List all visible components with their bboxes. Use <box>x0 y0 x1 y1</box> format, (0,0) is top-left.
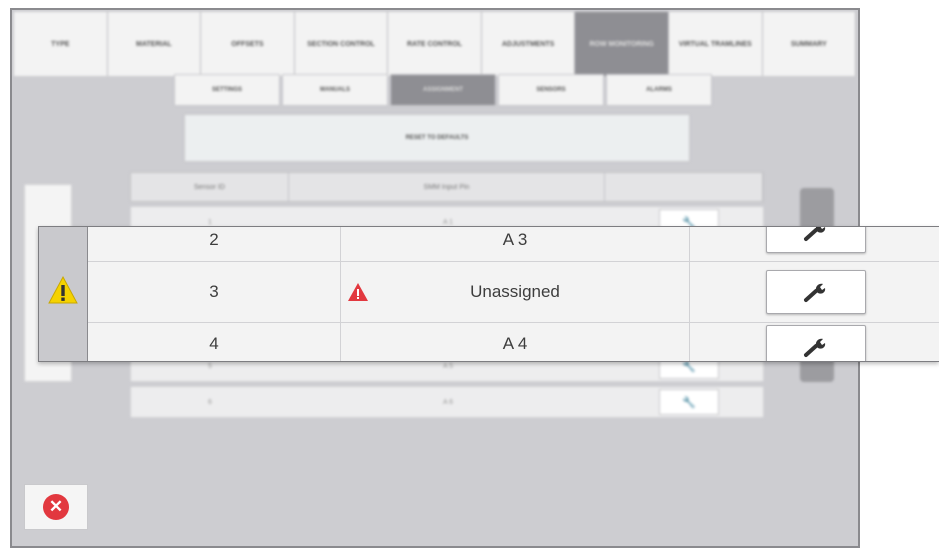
table-row-selected[interactable]: 3 Unassigned <box>88 261 939 323</box>
reset-to-defaults-button[interactable]: RESET TO DEFAULTS <box>184 114 690 162</box>
yellow-warning-icon <box>48 275 78 304</box>
tab-summary[interactable]: SUMMARY <box>762 12 857 76</box>
subtab-manuals[interactable]: MANUALS <box>282 74 388 106</box>
subtab-settings[interactable]: SETTINGS <box>174 74 280 106</box>
sub-tab-bar: SETTINGS MANUALS ASSIGNMENT SENSORS ALAR… <box>174 74 714 106</box>
header-actions <box>605 173 763 201</box>
wrench-icon <box>804 283 826 302</box>
input-pin-value: A 3 <box>502 230 528 249</box>
action-cell <box>690 227 939 261</box>
table-row: 2 A 3 <box>88 227 939 261</box>
action-cell <box>690 321 939 361</box>
input-pin-value: Unassigned <box>470 282 560 301</box>
input-pin-cell: A 6 <box>442 398 454 406</box>
edit-pin-button[interactable] <box>766 270 866 314</box>
tab-offsets[interactable]: OFFSETS <box>201 12 295 76</box>
sensor-id-cell: 4 <box>88 321 341 361</box>
sensor-id-cell: 3 <box>88 262 341 322</box>
table-row: 4 A 4 <box>88 321 939 361</box>
sensor-id-cell: 5 <box>208 362 212 370</box>
row-warning-column <box>39 227 88 361</box>
subtab-sensors[interactable]: SENSORS <box>498 74 604 106</box>
edit-button[interactable]: 🔧 <box>659 389 719 415</box>
tab-virtual-tramlines[interactable]: VIRTUAL TRAMLINES <box>668 12 763 76</box>
subtab-alarms[interactable]: ALARMS <box>606 74 712 106</box>
header-smm-input-pin: SMM Input Pin <box>289 173 606 201</box>
header-sensor-id: Sensor ID <box>131 173 289 201</box>
red-alert-icon <box>348 283 368 301</box>
tab-type[interactable]: TYPE <box>14 12 108 76</box>
sensor-id-cell: 2 <box>88 227 341 261</box>
input-pin-cell: Unassigned <box>341 262 690 322</box>
tab-material[interactable]: MATERIAL <box>107 12 202 76</box>
close-icon: ✕ <box>43 494 69 520</box>
tab-rate-control[interactable]: RATE CONTROL <box>388 12 482 76</box>
action-cell <box>690 262 939 322</box>
edit-pin-button[interactable] <box>766 325 866 361</box>
table-header: Sensor ID SMM Input Pin <box>130 172 764 202</box>
input-pin-cell: A 3 <box>341 227 690 261</box>
input-pin-cell: A 1 <box>442 218 454 226</box>
input-pin-cell: A 5 <box>442 362 454 370</box>
edit-pin-button[interactable] <box>766 227 866 253</box>
subtab-assignment[interactable]: ASSIGNMENT <box>390 74 496 106</box>
main-tab-bar: TYPE MATERIAL OFFSETS SECTION CONTROL RA… <box>14 12 857 76</box>
wrench-icon <box>804 338 826 357</box>
wrench-icon: 🔧 <box>682 396 696 409</box>
wrench-icon <box>804 227 826 241</box>
tab-row-monitoring[interactable]: ROW MONITORING <box>575 12 669 76</box>
close-button[interactable]: ✕ <box>24 484 88 530</box>
zoomed-rows-callout: 2 A 3 3 Unassigned 4 A 4 <box>38 226 939 362</box>
tab-section-control[interactable]: SECTION CONTROL <box>294 12 389 76</box>
sensor-id-cell: 1 <box>208 218 212 226</box>
zoomed-rows: 2 A 3 3 Unassigned 4 A 4 <box>88 227 939 361</box>
input-pin-value: A 4 <box>502 334 528 353</box>
sensor-id-cell: 6 <box>208 398 212 406</box>
table-row: 6 A 6 🔧 <box>130 386 764 418</box>
input-pin-cell: A 4 <box>341 321 690 361</box>
tab-adjustments[interactable]: ADJUSTMENTS <box>481 12 576 76</box>
